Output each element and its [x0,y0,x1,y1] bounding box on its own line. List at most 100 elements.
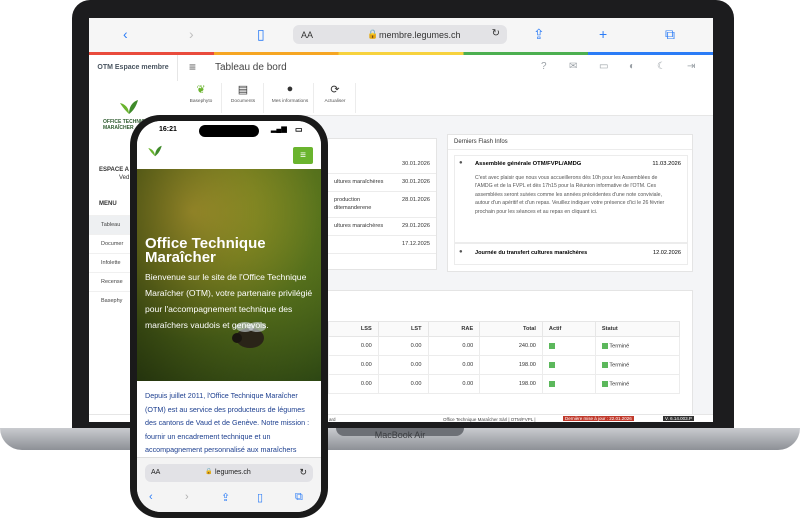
refresh-button[interactable]: ⟳ Actualiser [315,83,356,113]
table-row[interactable]: 0.00 0.00 0.00 198.00 Terminé [328,374,681,394]
col-actif[interactable]: Actif [541,321,596,337]
active-indicator-icon [548,342,555,349]
cell-lss: 0.00 [328,355,379,375]
info-icon: ● [459,249,463,255]
basephyto-button[interactable]: ❦ Basephyto [181,83,222,113]
flash-infos-title: Derniers Flash Infos [448,135,692,150]
hamburger-icon: ≡ [300,150,306,161]
active-indicator-icon [548,361,555,368]
cell-total: 198.00 [479,355,543,375]
footer-update-badge: Dernière mise à jour : 22.01.2026 [563,416,634,421]
otm-logo-icon[interactable] [147,145,163,157]
footer-company: Office Technique Maraîcher Sàrl | OTM/FV… [443,417,536,422]
leaf-icon: ❦ [196,84,206,96]
flash-item-title: Assemblée générale OTM/FVPL/AMDG [475,161,582,167]
declarations-table: LSS LST RAE Total Actif Statut 0.00 0.00… [328,321,681,394]
dark-mode-icon[interactable]: ☾ [657,61,666,72]
forward-icon[interactable]: › [185,491,189,503]
phone-browser-toolbar: AA 🔒 legumes.ch ↻ ‹ › ⇪ ▯ ⧉ [137,457,321,512]
col-lss[interactable]: LSS [328,321,379,337]
flash-item-date: 12.02.2026 [653,250,681,256]
help-icon[interactable]: ? [541,61,547,72]
hero-title: Office Technique Maraîcher [145,235,266,266]
app-brand[interactable]: OTM Espace membre [89,55,178,81]
cell-statut: Terminé [594,355,681,375]
palette-icon[interactable]: ◐ [629,61,635,72]
news-date: 17.12.2025 [402,241,430,247]
address-bar[interactable]: AA 🔒 membre.legumes.ch ↻ [293,25,507,44]
reload-icon[interactable]: ↻ [492,28,500,39]
phone-address-bar[interactable]: AA 🔒 legumes.ch ↻ [145,464,313,482]
logout-icon[interactable]: ⇥ [687,61,695,72]
sidebar-icon[interactable]: ▯ [257,26,265,43]
table-header-row: LSS LST RAE Total Actif Statut [328,321,681,337]
app-header: OTM Espace membre ≡ Tableau de bord ? ✉ … [89,55,713,82]
phone-screen: 16:21 ▂▄▆ ▭ ≡ Office Technique Maraîcher… [137,121,321,512]
back-icon[interactable]: ‹ [149,491,153,503]
status-text: Terminé [609,362,630,369]
col-statut[interactable]: Statut [594,321,681,337]
col-rae[interactable]: RAE [427,321,481,337]
cell-lss: 0.00 [328,374,379,394]
cell-rae: 0.00 [427,374,481,394]
flash-item-title: Journée du transfert cultures maraîchère… [475,250,588,256]
status-icon [601,361,608,368]
forward-icon[interactable]: › [189,26,194,42]
cell-actif [541,374,596,394]
reader-aa[interactable]: AA [301,30,313,40]
status-text: Terminé [609,343,630,350]
share-icon[interactable]: ⇪ [533,26,545,43]
new-tab-icon[interactable]: + [599,26,607,42]
calendar-icon[interactable]: ▭ [599,61,608,72]
space-sub: Ved [119,175,130,181]
cell-rae: 0.00 [427,355,481,375]
tabs-icon[interactable]: ⧉ [665,26,675,43]
bookmarks-icon[interactable]: ▯ [257,491,263,504]
footer-version: V. 6.14.003.P [663,416,694,421]
space-label: ESPACE A [99,167,130,173]
news-text: ultures maraichères [334,223,384,229]
cell-actif [541,336,596,356]
flash-item[interactable]: ● Journée du transfert cultures maraîchè… [454,243,688,265]
cell-lss: 0.00 [328,336,379,356]
tabs-icon[interactable]: ⧉ [295,491,303,504]
my-info-label: Mes informations [271,99,309,104]
news-row[interactable]: 17.12.2025 [328,235,436,254]
mobile-menu-button[interactable]: ≡ [293,147,313,164]
table-row[interactable]: 0.00 0.00 0.00 240.00 Terminé [328,336,681,356]
declarations-panel: LSS LST RAE Total Actif Statut 0.00 0.00… [327,290,693,416]
hamburger-icon[interactable]: ≡ [189,60,196,74]
flash-item[interactable]: ● Assemblée générale OTM/FVPL/AMDG 11.03… [454,155,688,243]
info-icon: ● [459,160,463,166]
back-icon[interactable]: ‹ [123,26,128,42]
news-row[interactable]: 30.01.2026 [328,155,436,174]
phone-reader-aa[interactable]: AA [151,469,160,476]
hero-section: Office Technique Maraîcher Bienvenue sur… [137,169,321,381]
dynamic-island [199,125,259,137]
col-total[interactable]: Total [479,321,543,337]
hero-text: Bienvenue sur le site de l'Office Techni… [145,272,313,330]
active-indicator-icon [548,380,555,387]
documents-label: Documents [230,99,256,104]
mail-icon[interactable]: ✉ [569,61,577,72]
news-date: 28.01.2026 [402,197,430,203]
news-row[interactable]: production ditemanderene 28.01.2026 [328,191,436,218]
news-text: production [334,197,361,203]
my-info-button[interactable]: ● Mes informations [267,83,314,113]
signal-icon: ▂▄▆ [271,126,287,133]
page-title: Tableau de bord [215,62,287,73]
cell-total: 198.00 [479,374,543,394]
lock-icon: 🔒 [367,29,379,39]
table-row[interactable]: 0.00 0.00 0.00 198.00 Terminé [328,355,681,375]
documents-button[interactable]: ▤ Documents [223,83,264,113]
cell-lst: 0.00 [377,355,429,375]
user-icon: ● [286,83,294,95]
news-row[interactable]: ultures maraichères 29.01.2026 [328,217,436,236]
share-icon[interactable]: ⇪ [221,491,230,504]
cell-rae: 0.00 [427,336,481,356]
news-row[interactable]: ultures maraîchères 30.01.2026 [328,173,436,192]
cell-lst: 0.00 [377,336,429,356]
col-lst[interactable]: LST [377,321,429,337]
reload-icon[interactable]: ↻ [299,467,307,478]
documents-icon: ▤ [237,84,249,96]
